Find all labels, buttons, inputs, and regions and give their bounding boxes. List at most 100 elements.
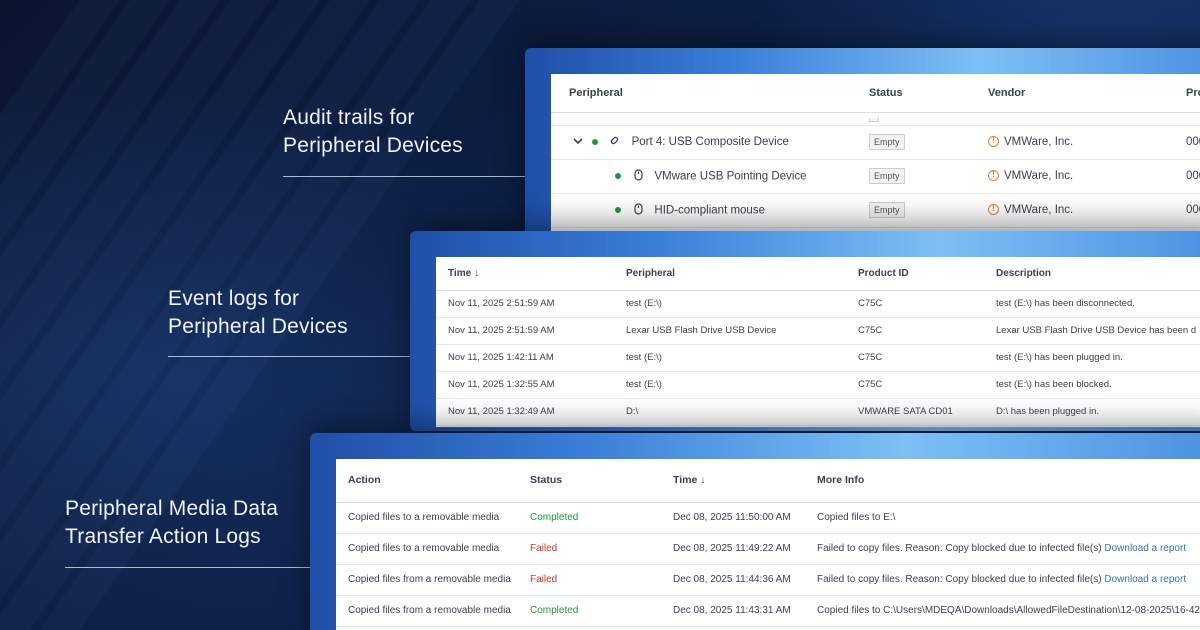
column-header-description[interactable]: Description	[984, 257, 1200, 291]
status-text: Failed	[518, 564, 661, 596]
audit-panel: Peripheral Status Vendor Pro Port 4: USB…	[551, 74, 1200, 234]
usb-link-icon	[609, 135, 620, 149]
caption-line: Peripheral Media Data	[65, 497, 279, 520]
status-text: Failed	[518, 533, 661, 565]
download-report-link[interactable]: Download a report	[1104, 574, 1186, 585]
warning-icon: !	[988, 204, 999, 216]
product-value: 000	[1168, 193, 1200, 228]
peripheral-name: Port 4: USB Composite Device	[631, 136, 789, 149]
caption-line: Peripheral Devices	[283, 134, 463, 157]
caption-line: Transfer Action Logs	[65, 525, 261, 548]
caption-media-transfer: Peripheral Media Data Transfer Action Lo…	[65, 495, 278, 551]
leader-line	[283, 176, 537, 177]
event-time: Nov 11, 2025 1:32:55 AM	[436, 371, 614, 399]
table-row[interactable]: Copied files to a removable media Comple…	[336, 502, 1200, 534]
more-info-text: Copied files to E:\	[817, 512, 896, 523]
event-table: Time ↓ Peripheral Product ID Description …	[436, 257, 1200, 426]
column-header-label: Time	[448, 267, 472, 279]
status-badge: Empty	[869, 134, 905, 150]
table-row[interactable]: Nov 11, 2025 2:51:59 AM Lexar USB Flash …	[436, 317, 1200, 345]
online-status-dot	[615, 207, 621, 213]
caption-line: Audit trails for	[283, 106, 415, 129]
column-header-product-id[interactable]: Product ID	[846, 257, 984, 291]
event-time: Nov 11, 2025 1:42:11 AM	[436, 344, 614, 372]
event-description: D:\ has been plugged in.	[984, 398, 1200, 426]
column-header-time[interactable]: Time ↓	[661, 459, 805, 503]
event-peripheral: test (E:\)	[614, 290, 846, 318]
warning-icon: !	[988, 170, 999, 182]
column-header-peripheral[interactable]: Peripheral	[614, 257, 846, 291]
caption-line: Event logs for	[168, 287, 300, 310]
event-peripheral: Lexar USB Flash Drive USB Device	[614, 317, 846, 345]
warning-icon: !	[988, 136, 999, 148]
event-time: Nov 11, 2025 1:32:49 AM	[436, 398, 614, 426]
event-time: Nov 11, 2025 2:51:59 AM	[436, 317, 614, 345]
status-badge-partial	[869, 117, 879, 122]
table-row[interactable]: Nov 11, 2025 1:42:11 AM test (E:\) C75C …	[436, 344, 1200, 372]
table-row-spacer	[551, 112, 1200, 126]
event-product-id: VMWARE SATA CD01	[846, 398, 984, 426]
online-status-dot	[615, 173, 621, 179]
more-info-cell: Copied files to C:\Users\MDEQA\Downloads…	[805, 595, 1200, 627]
column-header-vendor[interactable]: Vendor	[970, 74, 1168, 113]
more-info-text: Failed to copy files. Reason: Copy block…	[817, 574, 1102, 585]
vendor-name: VMWare, Inc.	[1004, 170, 1074, 182]
more-info-text: Failed to copy files. Reason: Copy block…	[817, 543, 1102, 554]
vendor-name: VMWare, Inc.	[1004, 204, 1074, 216]
table-row[interactable]: Copied files to a removable media Failed…	[336, 533, 1200, 565]
column-header-product[interactable]: Pro	[1168, 74, 1200, 113]
action-text: Copied files from a removable media	[336, 564, 518, 596]
event-description: test (E:\) has been plugged in.	[984, 344, 1200, 372]
event-description: Lexar USB Flash Drive USB Device has bee…	[984, 317, 1200, 345]
more-info-cell: Copied files to E:\	[805, 502, 1200, 534]
table-row[interactable]: Copied files from a removable media Fail…	[336, 564, 1200, 596]
caption-audit-trails: Audit trails for Peripheral Devices	[283, 104, 463, 160]
column-header-status[interactable]: Status	[518, 459, 661, 503]
event-panel: Time ↓ Peripheral Product ID Description …	[436, 257, 1200, 427]
event-peripheral: test (E:\)	[614, 344, 846, 372]
column-header-action[interactable]: Action	[336, 459, 518, 503]
table-row[interactable]: Nov 11, 2025 1:32:55 AM test (E:\) C75C …	[436, 371, 1200, 399]
table-row[interactable]: Nov 11, 2025 1:32:49 AM D:\ VMWARE SATA …	[436, 398, 1200, 426]
mouse-icon	[634, 202, 643, 218]
table-row[interactable]: VMware USB Pointing Device Empty ! VMWare…	[551, 159, 1200, 194]
table-row[interactable]: Port 4: USB Composite Device Empty ! VMWa…	[551, 125, 1200, 160]
status-text: Completed	[518, 502, 661, 534]
caption-line: Peripheral Devices	[168, 315, 348, 338]
event-product-id: C75C	[846, 317, 984, 345]
sort-arrow-down-icon[interactable]: ↓	[700, 475, 705, 486]
time-text: Dec 08, 2025 11:43:31 AM	[661, 595, 805, 627]
leader-line	[65, 567, 319, 568]
more-info-cell: Failed to copy files. Reason: Copy block…	[805, 564, 1200, 596]
peripheral-name: HID-compliant mouse	[654, 204, 765, 217]
column-header-time[interactable]: Time ↓	[436, 257, 614, 291]
peripheral-name: VMware USB Pointing Device	[654, 170, 807, 183]
column-header-peripheral[interactable]: Peripheral	[551, 74, 851, 113]
mouse-icon	[634, 168, 643, 184]
sort-arrow-down-icon[interactable]: ↓	[474, 268, 479, 279]
table-row[interactable]: Copied files from a removable media Comp…	[336, 595, 1200, 627]
more-info-text: Copied files to C:\Users\MDEQA\Downloads…	[817, 605, 1200, 616]
time-text: Dec 08, 2025 11:50:00 AM	[661, 502, 805, 534]
leader-line	[168, 356, 422, 357]
online-status-dot	[592, 139, 599, 145]
event-description: test (E:\) has been blocked.	[984, 371, 1200, 399]
action-text: Copied files from a removable media	[336, 595, 518, 627]
column-header-status[interactable]: Status	[851, 74, 970, 113]
product-value: 000	[1168, 159, 1200, 194]
event-product-id: C75C	[846, 371, 984, 399]
table-row[interactable]: HID-compliant mouse Empty ! VMWare, Inc. …	[551, 193, 1200, 228]
action-text: Copied files to a removable media	[336, 502, 518, 534]
event-peripheral: test (E:\)	[614, 371, 846, 399]
media-panel: Action Status Time ↓ More Info Copied fil…	[336, 459, 1200, 630]
column-header-label: Time	[673, 474, 698, 487]
time-text: Dec 08, 2025 11:49:22 AM	[661, 533, 805, 565]
status-badge: Empty	[869, 168, 905, 184]
table-row[interactable]: Nov 11, 2025 2:51:59 AM test (E:\) C75C …	[436, 290, 1200, 318]
column-header-more-info[interactable]: More Info	[805, 459, 1200, 503]
event-product-id: C75C	[846, 344, 984, 372]
download-report-link[interactable]: Download a report	[1104, 543, 1186, 554]
event-product-id: C75C	[846, 290, 984, 318]
chevron-down-icon[interactable]	[573, 136, 583, 148]
media-table: Action Status Time ↓ More Info Copied fil…	[336, 459, 1200, 627]
